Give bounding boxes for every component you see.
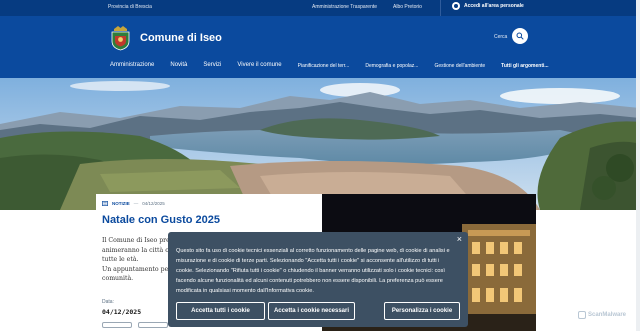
nav-gestione-ambiente[interactable]: Gestione dell'ambiente	[434, 63, 485, 69]
news-date-meta: 04/12/2025	[142, 201, 165, 206]
main-nav: Amministrazione Novità Servizi Vivere il…	[110, 62, 565, 69]
nav-novita[interactable]: Novità	[170, 62, 187, 69]
top-bar: Provincia di Brescia Amministrazione Tra…	[0, 0, 640, 16]
search-button[interactable]	[512, 28, 528, 44]
site-title[interactable]: Comune di Iseo	[140, 32, 222, 44]
municipal-crest-logo[interactable]	[110, 25, 131, 51]
nav-tutti-gli-argomenti[interactable]: Tutti gli argomenti...	[501, 63, 548, 69]
cookie-text-line: modificata in qualsiasi momento dall'Inf…	[176, 288, 314, 294]
search-label[interactable]: Cerca	[494, 34, 507, 40]
news-icon	[102, 201, 108, 206]
cookie-banner: × Questo sito fa uso di cookie tecnici e…	[168, 232, 468, 327]
watermark: ScanMalware	[578, 311, 626, 319]
accept-necessary-cookies-button[interactable]: Accetta i cookie necessari	[268, 302, 355, 320]
customize-cookies-button[interactable]: Personalizza i cookie	[384, 302, 460, 320]
top-links: Amministrazione Trasparente Albo Pretori…	[312, 4, 422, 10]
news-meta: NOTIZIE — 04/12/2025	[102, 201, 165, 206]
scan-icon	[578, 311, 586, 319]
nav-vivere-il-comune[interactable]: Vivere il comune	[237, 62, 281, 69]
scrollbar[interactable]	[636, 0, 640, 331]
news-title[interactable]: Natale con Gusto 2025	[102, 214, 220, 226]
cookie-text-line: facendo alcune funzionalità ed alcuni co…	[176, 278, 443, 284]
card-tag-chips	[102, 322, 168, 328]
site-header: Comune di Iseo Cerca Amministrazione Nov…	[0, 16, 640, 78]
date-label: Data:	[102, 299, 114, 305]
hero-image	[0, 78, 640, 210]
tag-chip[interactable]	[138, 322, 168, 328]
nav-pianificazione[interactable]: Pianificazione del terr...	[298, 63, 350, 69]
transparency-link[interactable]: Amministrazione Trasparente	[312, 4, 377, 10]
meta-dash: —	[133, 201, 139, 206]
search-icon	[516, 32, 524, 40]
user-icon	[452, 2, 460, 10]
nav-amministrazione[interactable]: Amministrazione	[110, 62, 154, 69]
tag-chip[interactable]	[102, 322, 132, 328]
divider	[440, 0, 441, 16]
nav-servizi[interactable]: Servizi	[203, 62, 221, 69]
cookie-text: Questo sito fa uso di cookie tecnici ess…	[176, 246, 462, 296]
cookie-text-line: cookie. Selezionando "Rifiuta tutti i co…	[176, 268, 445, 274]
watermark-text: ScanMalware	[588, 312, 627, 318]
news-category[interactable]: NOTIZIE	[112, 201, 130, 206]
cookie-text-line: misurazione e di cookie di terze parti. …	[176, 258, 440, 264]
accept-all-cookies-button[interactable]: Accetta tutti i cookie	[176, 302, 265, 320]
cookie-text-line: Questo sito fa uso di cookie tecnici ess…	[176, 248, 450, 254]
login-button[interactable]: Accedi all'area personale	[452, 2, 524, 10]
close-icon[interactable]: ×	[457, 235, 462, 244]
albo-pretorio-link[interactable]: Albo Pretorio	[393, 4, 422, 10]
login-label: Accedi all'area personale	[464, 3, 524, 9]
nav-demografia[interactable]: Demografia e popolaz...	[365, 63, 418, 69]
date-value: 04/12/2025	[102, 308, 142, 316]
region-link[interactable]: Provincia di Brescia	[108, 4, 152, 10]
